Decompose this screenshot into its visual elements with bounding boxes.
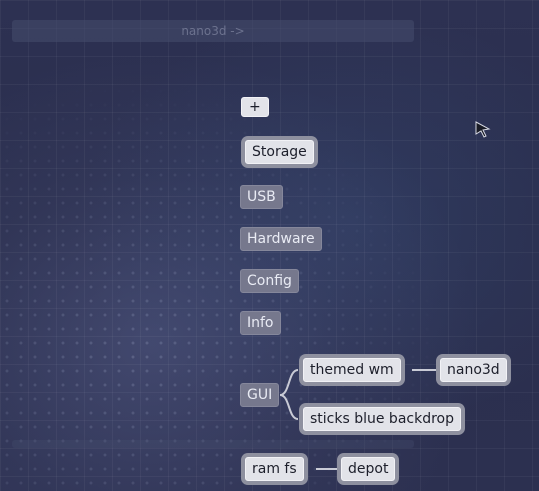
gui-label: GUI — [247, 387, 273, 403]
themed-wm-label: themed wm — [310, 362, 394, 378]
ram-fs-button[interactable]: ram fs — [245, 457, 304, 481]
config-button[interactable]: Config — [240, 269, 299, 293]
depot-button[interactable]: depot — [341, 457, 396, 481]
config-label: Config — [247, 273, 292, 289]
link-gui-themed-wm — [279, 369, 299, 396]
gui-button[interactable]: GUI — [240, 383, 280, 407]
hardware-label: Hardware — [247, 231, 315, 247]
window-title: nano3d -> — [181, 24, 245, 38]
link-gui-sticks-backdrop — [279, 394, 299, 420]
desktop-screen: nano3d -> + Storage USB Hardware Config … — [0, 0, 539, 491]
depot-label: depot — [348, 461, 389, 477]
info-label: Info — [247, 315, 274, 331]
window-bottom-edge — [12, 440, 414, 448]
sticks-blue-backdrop-button[interactable]: sticks blue backdrop — [303, 407, 461, 431]
themed-wm-button[interactable]: themed wm — [303, 358, 401, 382]
storage-label: Storage — [252, 144, 307, 160]
mouse-pointer-icon — [475, 121, 491, 138]
add-button[interactable]: + — [241, 97, 269, 117]
window-titlebar[interactable]: nano3d -> — [12, 20, 414, 42]
storage-button[interactable]: Storage — [245, 140, 314, 164]
nano3d-label: nano3d — [447, 362, 500, 378]
info-button[interactable]: Info — [240, 311, 281, 335]
usb-button[interactable]: USB — [240, 185, 283, 209]
usb-label: USB — [247, 189, 276, 205]
hardware-button[interactable]: Hardware — [240, 227, 322, 251]
nano3d-button[interactable]: nano3d — [440, 358, 507, 382]
sticks-blue-backdrop-label: sticks blue backdrop — [310, 411, 454, 427]
ram-fs-label: ram fs — [252, 461, 297, 477]
add-button-label: + — [249, 99, 261, 115]
